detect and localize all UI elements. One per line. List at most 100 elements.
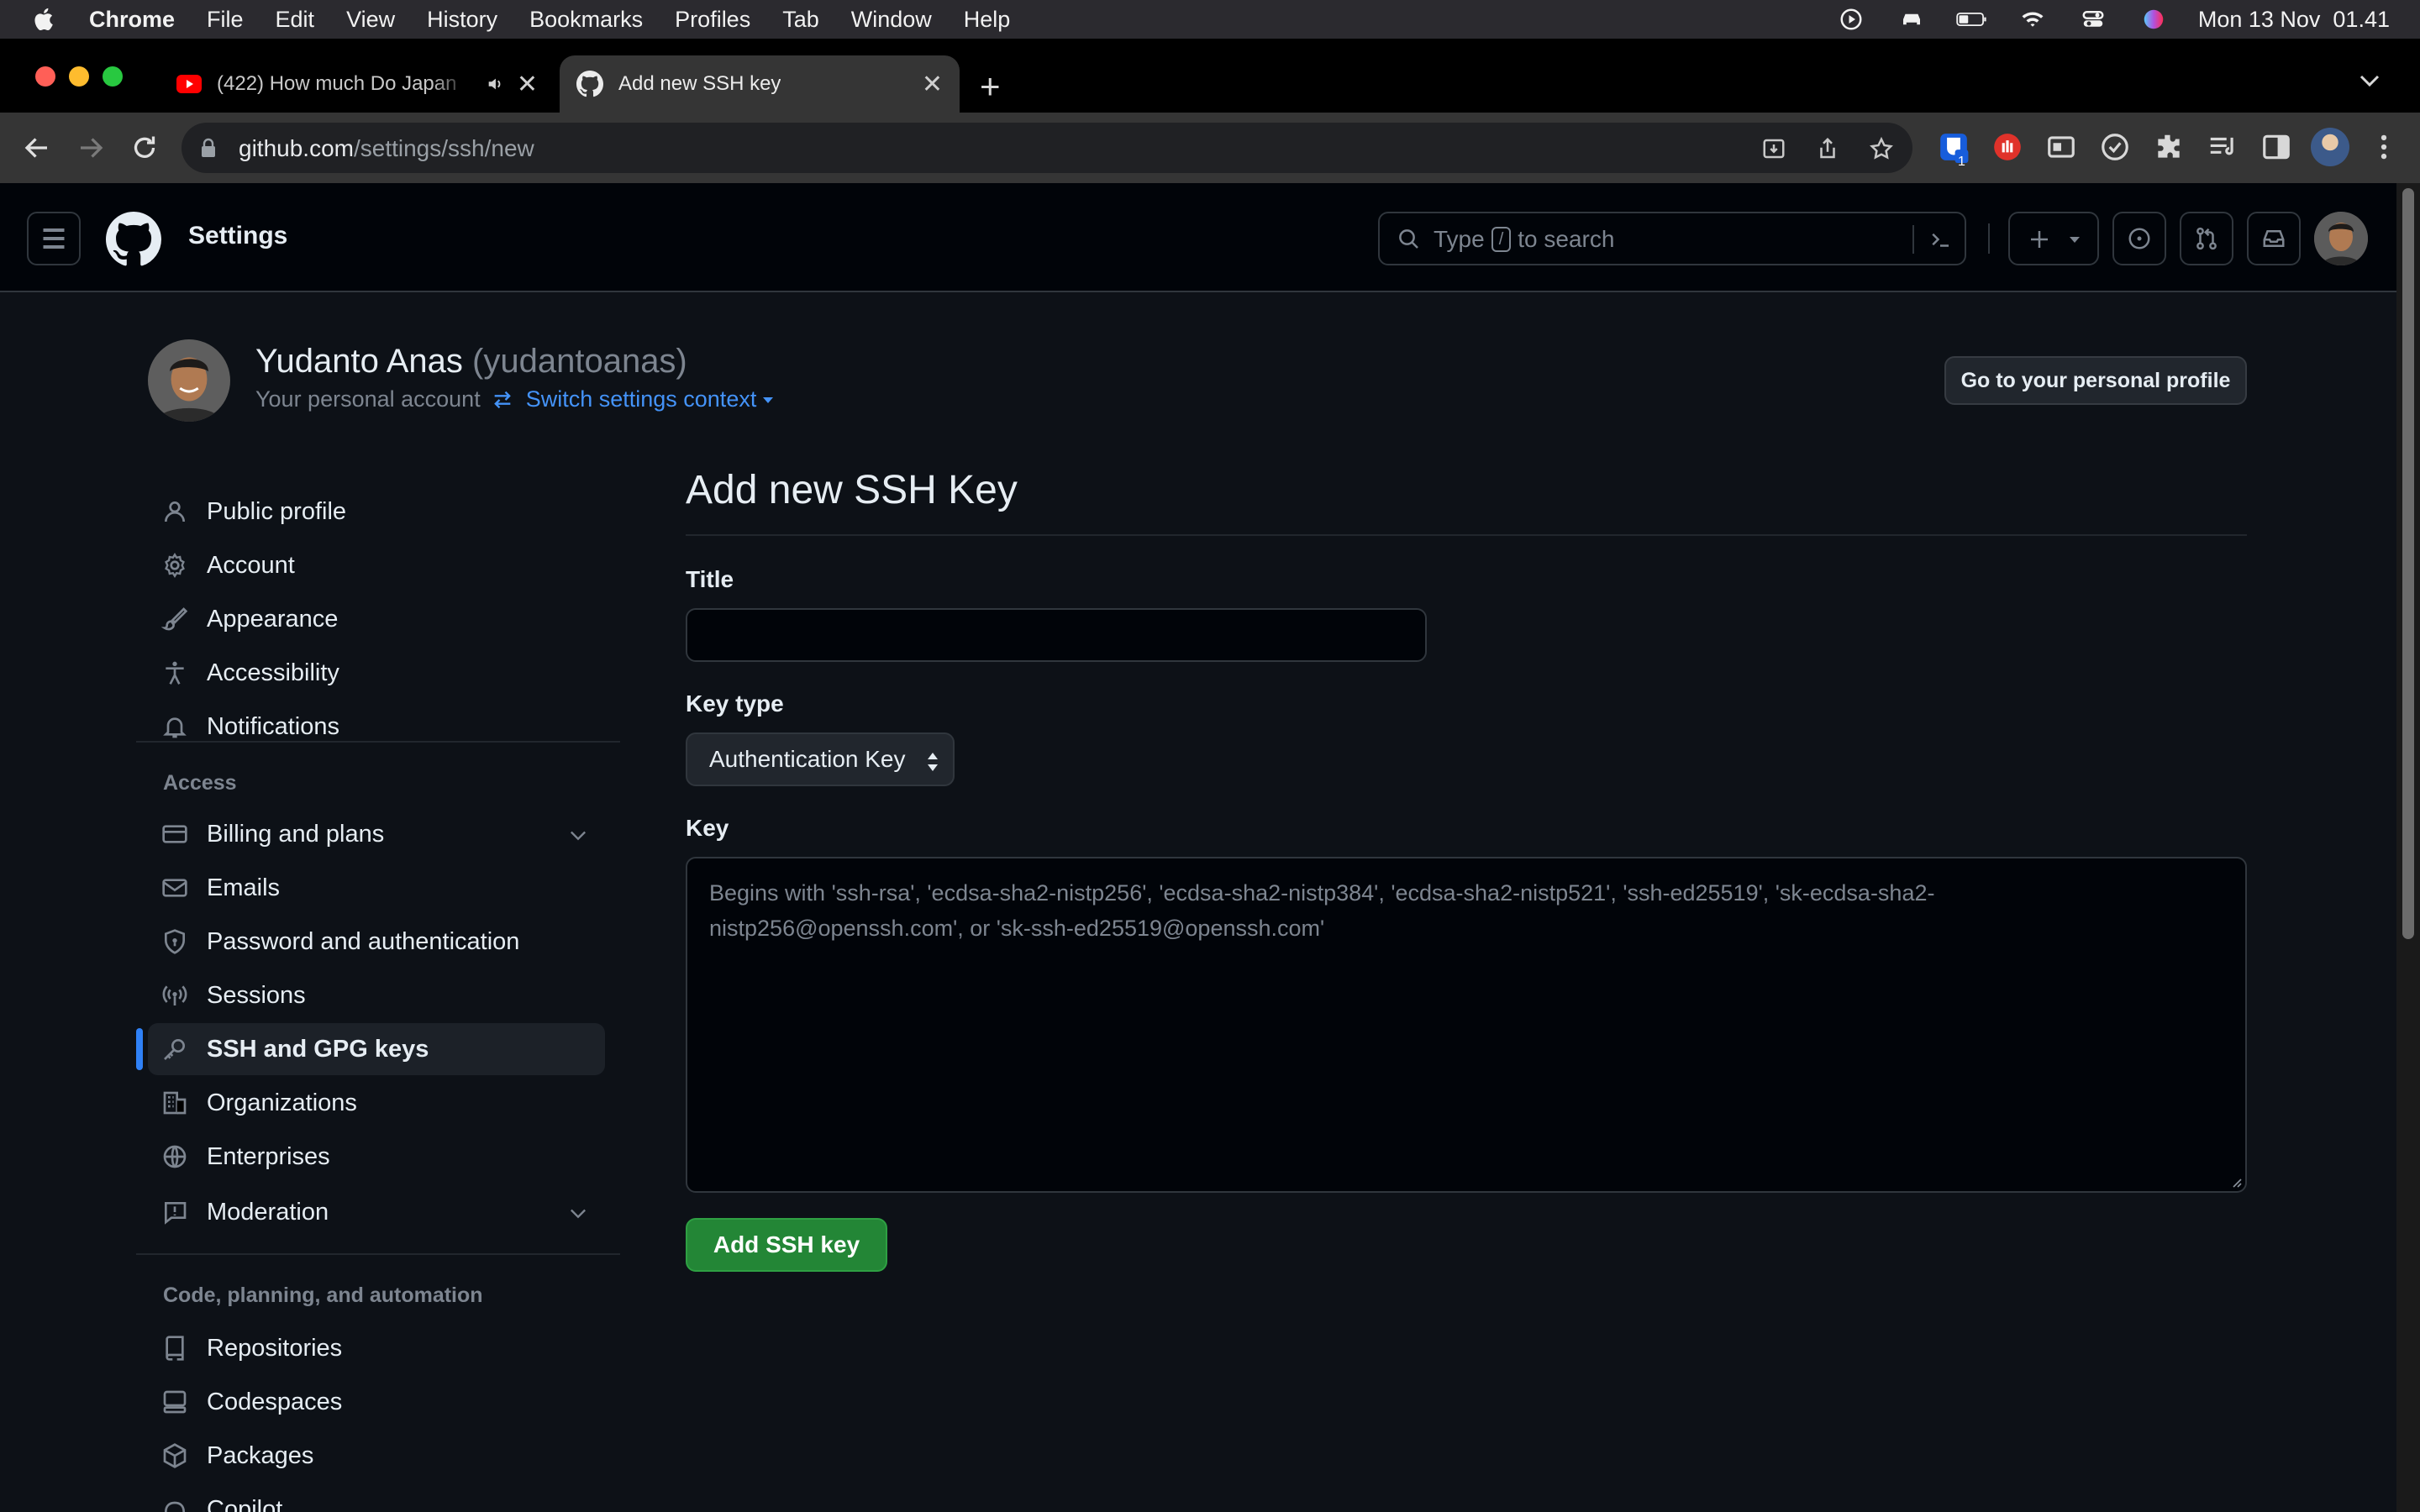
chevron-down-icon[interactable] [566,823,590,847]
sidebar-item-enterprises[interactable]: Enterprises [148,1131,605,1183]
search-input[interactable]: Type / to search [1378,212,1966,265]
title-divider [686,534,2247,536]
search-icon [1399,229,1418,249]
youtube-icon [176,75,202,93]
chevron-down-icon[interactable] [566,1201,590,1225]
user-avatar[interactable] [2314,212,2368,265]
tab-github[interactable]: Add new SSH key ✕ [560,55,960,113]
key-type-select[interactable]: Authentication Key [686,732,955,786]
extensions-puzzle-icon[interactable] [2153,131,2185,163]
gear-icon [165,553,185,578]
hamburger-menu-button[interactable] [27,212,81,265]
menu-profiles[interactable]: Profiles [675,7,750,33]
menu-tab[interactable]: Tab [782,7,819,33]
window-close-button[interactable] [35,66,55,87]
siri-icon[interactable] [2138,7,2170,32]
organization-icon [163,1091,187,1115]
reload-icon[interactable] [129,133,160,163]
pull-requests-button[interactable] [2180,212,2233,265]
github-logo-icon[interactable] [106,212,161,267]
sidebar-item-codespaces[interactable]: Codespaces [148,1376,605,1428]
sidebar-item-account[interactable]: Account [148,539,605,591]
sidebar-item-billing[interactable]: Billing and plans [148,808,605,860]
tab-close-icon[interactable]: ✕ [922,70,943,99]
menu-window[interactable]: Window [851,7,932,33]
wifi-icon[interactable] [2017,7,2049,32]
sidebar-item-label: Billing and plans [207,820,385,848]
sidebar-item-organizations[interactable]: Organizations [148,1077,605,1129]
window-minimize-button[interactable] [69,66,89,87]
page-scrollbar[interactable] [2396,183,2420,1512]
command-palette-icon[interactable] [1928,227,1953,252]
menu-file[interactable]: File [207,7,244,33]
menu-history[interactable]: History [427,7,497,33]
switch-context-link[interactable]: Switch settings context [526,386,776,412]
sidebar-item-sessions[interactable]: Sessions [148,969,605,1021]
tab-youtube[interactable]: (422) How much Do Japan ✕ [160,55,555,113]
sidebar-item-packages[interactable]: Packages [148,1430,605,1482]
lock-icon[interactable] [200,138,217,158]
menu-help[interactable]: Help [964,7,1011,33]
broadcast-icon [162,985,187,1005]
inbox-button[interactable] [2247,212,2301,265]
sidebar-item-public-profile[interactable]: Public profile [148,486,605,538]
car-icon[interactable] [1896,7,1928,32]
sidebar-item-password-authentication[interactable]: Password and authentication [148,916,605,968]
key-textarea[interactable]: Begins with 'ssh-rsa', 'ecdsa-sha2-nistp… [686,857,2247,1193]
menu-edit[interactable]: Edit [276,7,315,33]
browser-profile-avatar[interactable] [2311,128,2349,166]
back-arrow-icon[interactable] [22,133,52,163]
sidebar-heading-code: Code, planning, and automation [163,1284,483,1307]
header-title[interactable]: Settings [188,222,287,250]
chrome-menu-kebab-icon[interactable] [2368,131,2400,163]
git-pull-request-icon [2196,227,2217,250]
checkmark-circle-extension-icon[interactable] [2099,131,2131,163]
sidebar-item-emails[interactable]: Emails [148,862,605,914]
caret-down-icon [763,396,774,403]
issues-button[interactable] [2112,212,2166,265]
resize-grip-icon[interactable] [2230,1176,2242,1188]
speaker-icon[interactable] [486,75,504,93]
sidebar-item-moderation[interactable]: Moderation [148,1186,605,1238]
play-circle-icon[interactable] [1835,7,1867,32]
side-panel-icon[interactable] [2260,131,2292,163]
sidebar-item-repositories[interactable]: Repositories [148,1322,605,1374]
install-app-icon[interactable] [1761,136,1786,161]
tab-manager-extension-icon[interactable] [2045,131,2077,163]
add-ssh-key-button[interactable]: Add SSH key [686,1218,887,1272]
account-avatar[interactable] [148,339,230,422]
forward-arrow-icon[interactable] [76,133,106,163]
sidebar-item-appearance[interactable]: Appearance [148,593,605,645]
repo-icon [166,1336,184,1361]
menu-view[interactable]: View [346,7,395,33]
sidebar-item-label: Repositories [207,1334,343,1362]
media-controls-icon[interactable] [2207,131,2238,163]
window-zoom-button[interactable] [103,66,123,87]
share-icon[interactable] [1815,136,1840,161]
create-new-button[interactable] [2008,212,2099,265]
address-bar[interactable]: github.com/settings/ssh/new [182,123,1912,173]
tab-search-chevron-icon[interactable] [2358,72,2381,89]
hand-block-extension-icon[interactable] [1991,131,2023,163]
sidebar-item-ssh-gpg-keys[interactable]: SSH and GPG keys [148,1023,605,1075]
url-text: github.com/settings/ssh/new [239,135,534,162]
key-type-value: Authentication Key [709,746,906,772]
menu-bookmarks[interactable]: Bookmarks [529,7,643,33]
menubar-clock[interactable]: Mon 13 Nov 01.41 [2198,7,2390,33]
personal-profile-button[interactable]: Go to your personal profile [1944,356,2247,405]
menu-app-name[interactable]: Chrome [89,7,175,33]
scrollbar-thumb[interactable] [2402,188,2414,939]
bookmark-star-icon[interactable] [1869,136,1894,161]
title-input[interactable] [686,608,1427,662]
sidebar-item-accessibility[interactable]: Accessibility [148,647,605,699]
browser-tab-strip: (422) How much Do Japan ✕ Add new SSH ke… [0,39,2420,113]
sidebar-item-notifications[interactable]: Notifications [148,701,605,753]
tab-close-icon[interactable]: ✕ [517,70,538,99]
sidebar-item-label: Emails [207,874,281,901]
sidebar-item-label: Public profile [207,497,347,525]
sidebar-item-copilot[interactable]: Copilot [148,1483,605,1512]
control-center-icon[interactable] [2077,7,2109,32]
apple-logo-icon[interactable] [30,4,59,34]
new-tab-button[interactable]: + [980,69,1001,104]
battery-icon[interactable] [1956,7,1988,32]
